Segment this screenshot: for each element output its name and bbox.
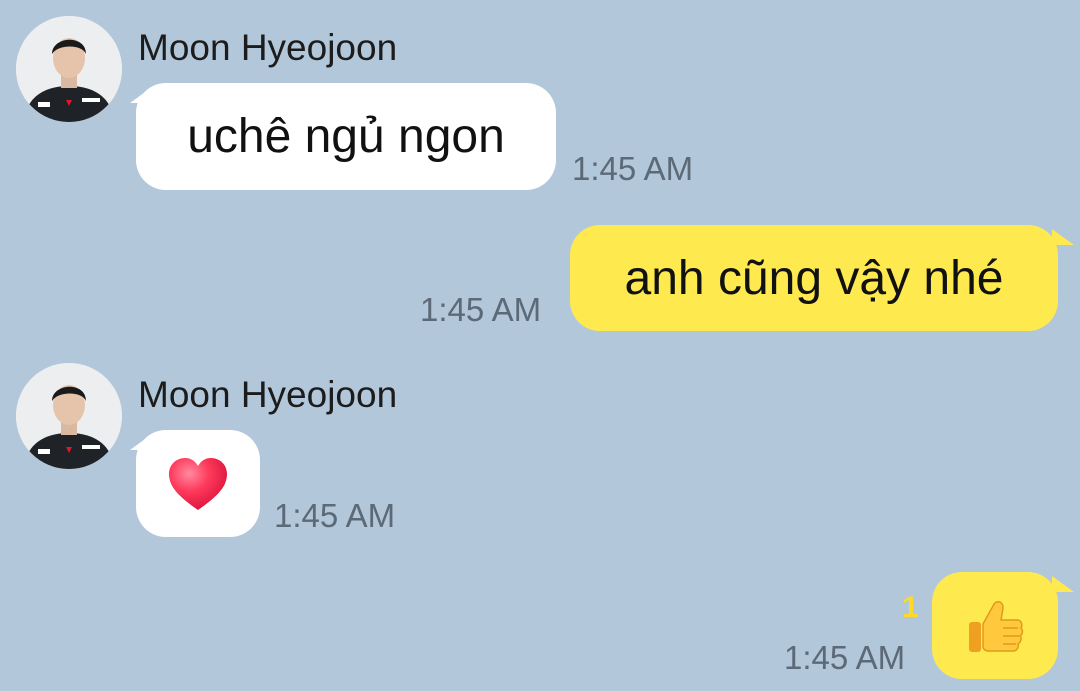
sender-avatar[interactable]	[16, 16, 122, 122]
profile-photo-icon	[16, 363, 122, 469]
incoming-emoji-bubble[interactable]	[136, 430, 260, 537]
message-timestamp: 1:45 AM	[784, 639, 906, 676]
sender-name: Moon Hyeojoon	[138, 374, 398, 415]
unread-count: 1	[902, 591, 919, 624]
outgoing-message-bubble[interactable]: anh cũng vậy nhé	[570, 225, 1058, 331]
bubble-tail	[1052, 229, 1074, 245]
message-text: uchê ngủ ngon	[187, 110, 505, 163]
sender-avatar[interactable]	[16, 363, 122, 469]
message-timestamp: 1:45 AM	[572, 150, 694, 187]
message-timestamp: 1:45 AM	[274, 497, 396, 534]
message-text: anh cũng vậy nhé	[624, 251, 1004, 305]
thumbs-up-icon	[969, 600, 1024, 652]
outgoing-emoji-bubble[interactable]	[932, 572, 1058, 679]
red-heart-icon	[169, 457, 227, 510]
profile-photo-icon	[16, 16, 122, 122]
incoming-message-bubble[interactable]: uchê ngủ ngon	[136, 83, 556, 190]
message-timestamp: 1:45 AM	[420, 291, 542, 328]
bubble-tail	[1052, 576, 1074, 592]
sender-name: Moon Hyeojoon	[138, 27, 398, 68]
